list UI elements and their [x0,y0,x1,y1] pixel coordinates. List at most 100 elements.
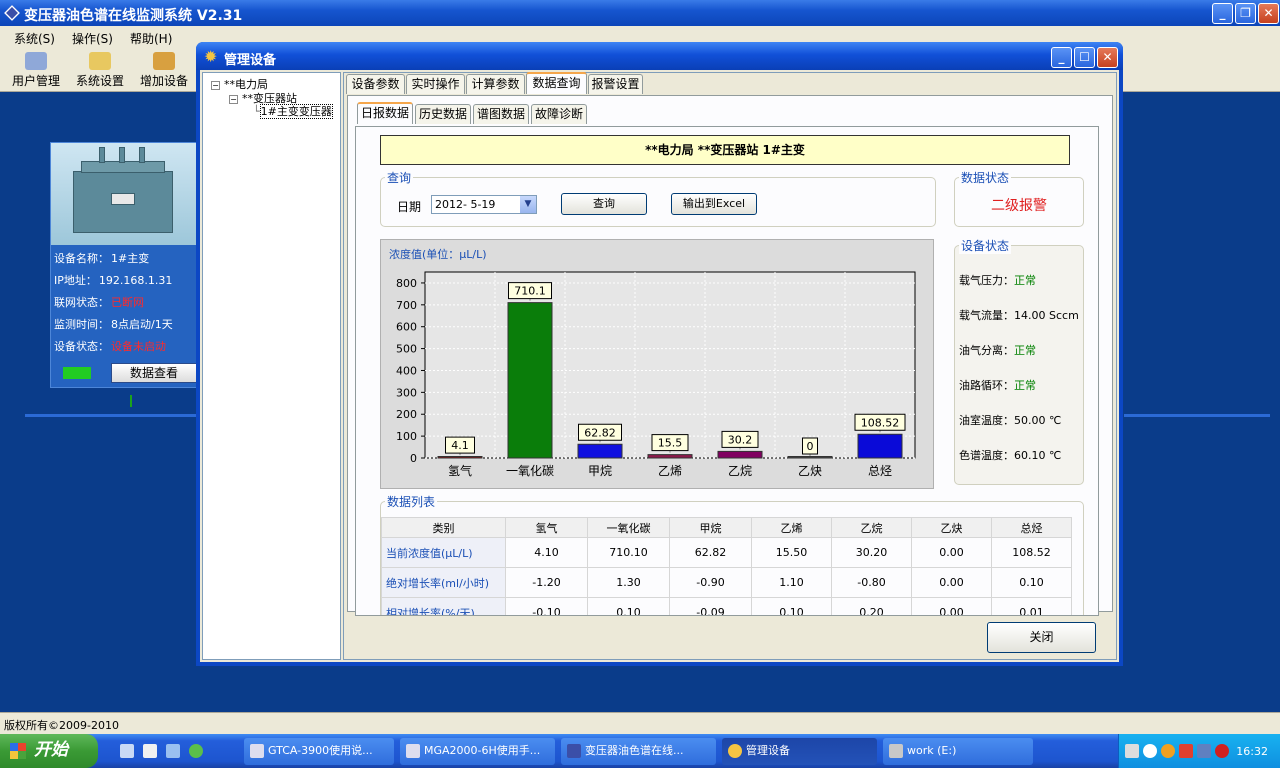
tree-line: └ [253,105,260,118]
tray-expand-icon[interactable] [1143,744,1157,758]
add-device-button[interactable]: 增加设备 [134,50,194,90]
security-icon[interactable] [1179,744,1193,758]
menu-help[interactable]: 帮助(H) [130,30,172,47]
system-settings-button[interactable]: 系统设置 [70,50,130,90]
table-header-cell: 总烃 [991,517,1072,538]
tab-device-params[interactable]: 设备参数 [346,74,405,94]
chart-svg: 0 100 200 300 400 500 600 700 800 4.1 氢气 710.1 一氧化碳 6… [396,271,916,478]
device-info-row: 联网状态： 已断网 [54,294,144,310]
dialog-title: 管理设备 [224,53,277,68]
device-info-value: 已断网 [111,296,144,309]
table-cell: 0.00 [911,597,992,615]
status-label: 载气流量： [959,309,1014,322]
table-row: 当前浓度值(μL/L) 4.10 710.10 62.82 15.50 30.20 0.00… [381,537,1072,568]
subtab-spectrum[interactable]: 谱图数据 [473,104,529,124]
taskbar: 开始 GTCA-3900使用说... MGA2000-6H使用手... 变压器油… [0,734,1280,768]
table-row: 相对增长率(%/天) -0.10 0.10 -0.09 0.10 0.20 0.00 0.01 [381,597,1072,615]
dialog-minimize-button[interactable]: _ [1051,47,1072,68]
y-tick-label: 300 [396,386,417,399]
app-title: 变压器油色谱在线监测系统 V2.31 [24,8,243,24]
device-status-row: 油室温度：50.00 ℃ [959,412,1061,428]
x-tick-label: 甲烷 [588,464,612,478]
menu-operate[interactable]: 操作(S) [72,30,113,47]
device-info-row: 监测时间： 8点启动/1天 [54,316,173,332]
device-status-row: 油路循环：正常 [959,377,1036,393]
task-monitor-app[interactable]: 变压器油色谱在线... [561,738,716,765]
word-doc-icon [406,744,420,758]
y-tick-label: 700 [396,299,417,312]
minimize-button[interactable]: _ [1212,3,1233,24]
transformer-bushing-1 [99,147,105,163]
task-manage-device[interactable]: 管理设备 [722,738,877,765]
table-header-cell: 一氧化碳 [587,517,670,538]
export-excel-button[interactable]: 输出到Excel [671,193,757,215]
close-button[interactable]: 关闭 [987,622,1096,653]
data-status-group: 数据状态 二级报警 [954,169,1084,227]
table-cell: 1.10 [751,567,832,598]
device-info-row: IP地址： 192.168.1.31 [54,272,172,288]
user-manage-button[interactable]: 用户管理 [6,50,66,90]
task-mga[interactable]: MGA2000-6H使用手... [400,738,555,765]
dialog-title-bar: ✹ 管理设备 _ ☐ ✕ [196,42,1123,70]
main-title-bar: 变压器油色谱在线监测系统 V2.31 _ ❐ ✕ [0,0,1280,26]
table-cell: 0.10 [587,597,670,615]
device-card[interactable]: 设备名称： 1#主变 IP地址： 192.168.1.31 联网状态： 已断网 监测时间： 8… [50,142,199,388]
task-work-drive[interactable]: work (E:) [883,738,1033,765]
user-manage-label: 用户管理 [11,74,60,88]
menu-system[interactable]: 系统(S) [14,30,55,47]
tab-calc-params[interactable]: 计算参数 [466,74,525,94]
device-info-value: 1#主变 [111,252,150,265]
tree-node-transformer[interactable]: └1#主变变压器 [253,103,333,119]
table-header-cell: 氢气 [505,517,588,538]
tab-alarm-settings[interactable]: 报警设置 [588,74,643,94]
status-value: 正常 [1014,344,1036,357]
device-info-row: 设备状态： 设备未启动 [54,338,166,354]
bar [647,454,693,459]
table-cell: 710.10 [587,537,670,568]
subtab-daily[interactable]: 日报数据 [357,102,413,124]
system-settings-label: 系统设置 [75,74,124,88]
collapse-icon[interactable]: − [229,94,238,104]
table-header-cell: 甲烷 [669,517,752,538]
y-tick-label: 600 [396,321,417,334]
dialog-maximize-button[interactable]: ☐ [1074,47,1095,68]
users-icon [25,52,47,70]
table-header-row: 类别 氢气 一氧化碳 甲烷 乙烯 乙烷 乙炔 总烃 [381,517,1072,538]
collapse-icon[interactable]: − [211,80,220,90]
start-button[interactable]: 开始 [0,734,98,768]
device-info-value: 设备未启动 [111,340,166,353]
antivirus-icon[interactable] [1215,744,1229,758]
tab-data-query[interactable]: 数据查询 [526,72,587,94]
browser-icon[interactable] [189,744,203,758]
close-window-button[interactable]: ✕ [1258,3,1279,24]
table-row: 绝对增长率(ml/小时) -1.20 1.30 -0.90 1.10 -0.80 0.00 0… [381,567,1072,598]
table-cell: 0.10 [991,567,1072,598]
clock: 16:32 [1236,745,1268,758]
dialog-close-icon[interactable]: ✕ [1097,47,1118,68]
task-gtca[interactable]: GTCA-3900使用说... [244,738,394,765]
subtab-diagnosis[interactable]: 故障诊断 [531,104,587,124]
x-tick-label: 一氧化碳 [506,464,554,478]
alarm-level-text: 二级报警 [991,198,1047,214]
document-icon[interactable] [143,744,157,758]
data-label: 4.1 [451,439,469,452]
view-data-button[interactable]: 数据查看 [111,363,197,383]
show-desktop-icon[interactable] [120,744,134,758]
device-status-label: 设备状态 [959,237,1012,254]
subtab-history[interactable]: 历史数据 [415,104,471,124]
network-icon[interactable] [1197,744,1211,758]
bar [857,433,903,459]
task-work-label: work (E:) [907,744,957,757]
restore-button[interactable]: ❐ [1235,3,1256,24]
bar [507,302,553,459]
y-tick-label: 400 [396,364,417,377]
explorer-icon[interactable] [166,744,180,758]
date-picker[interactable]: 2012- 5-19 ▼ [431,195,537,214]
data-label: 710.1 [514,285,546,298]
query-button[interactable]: 查询 [561,193,647,215]
qq-icon[interactable] [1161,744,1175,758]
keyboard-icon[interactable] [1125,744,1139,758]
tab-realtime[interactable]: 实时操作 [406,74,465,94]
table-cell: -0.90 [669,567,752,598]
chevron-down-icon[interactable]: ▼ [520,196,536,213]
